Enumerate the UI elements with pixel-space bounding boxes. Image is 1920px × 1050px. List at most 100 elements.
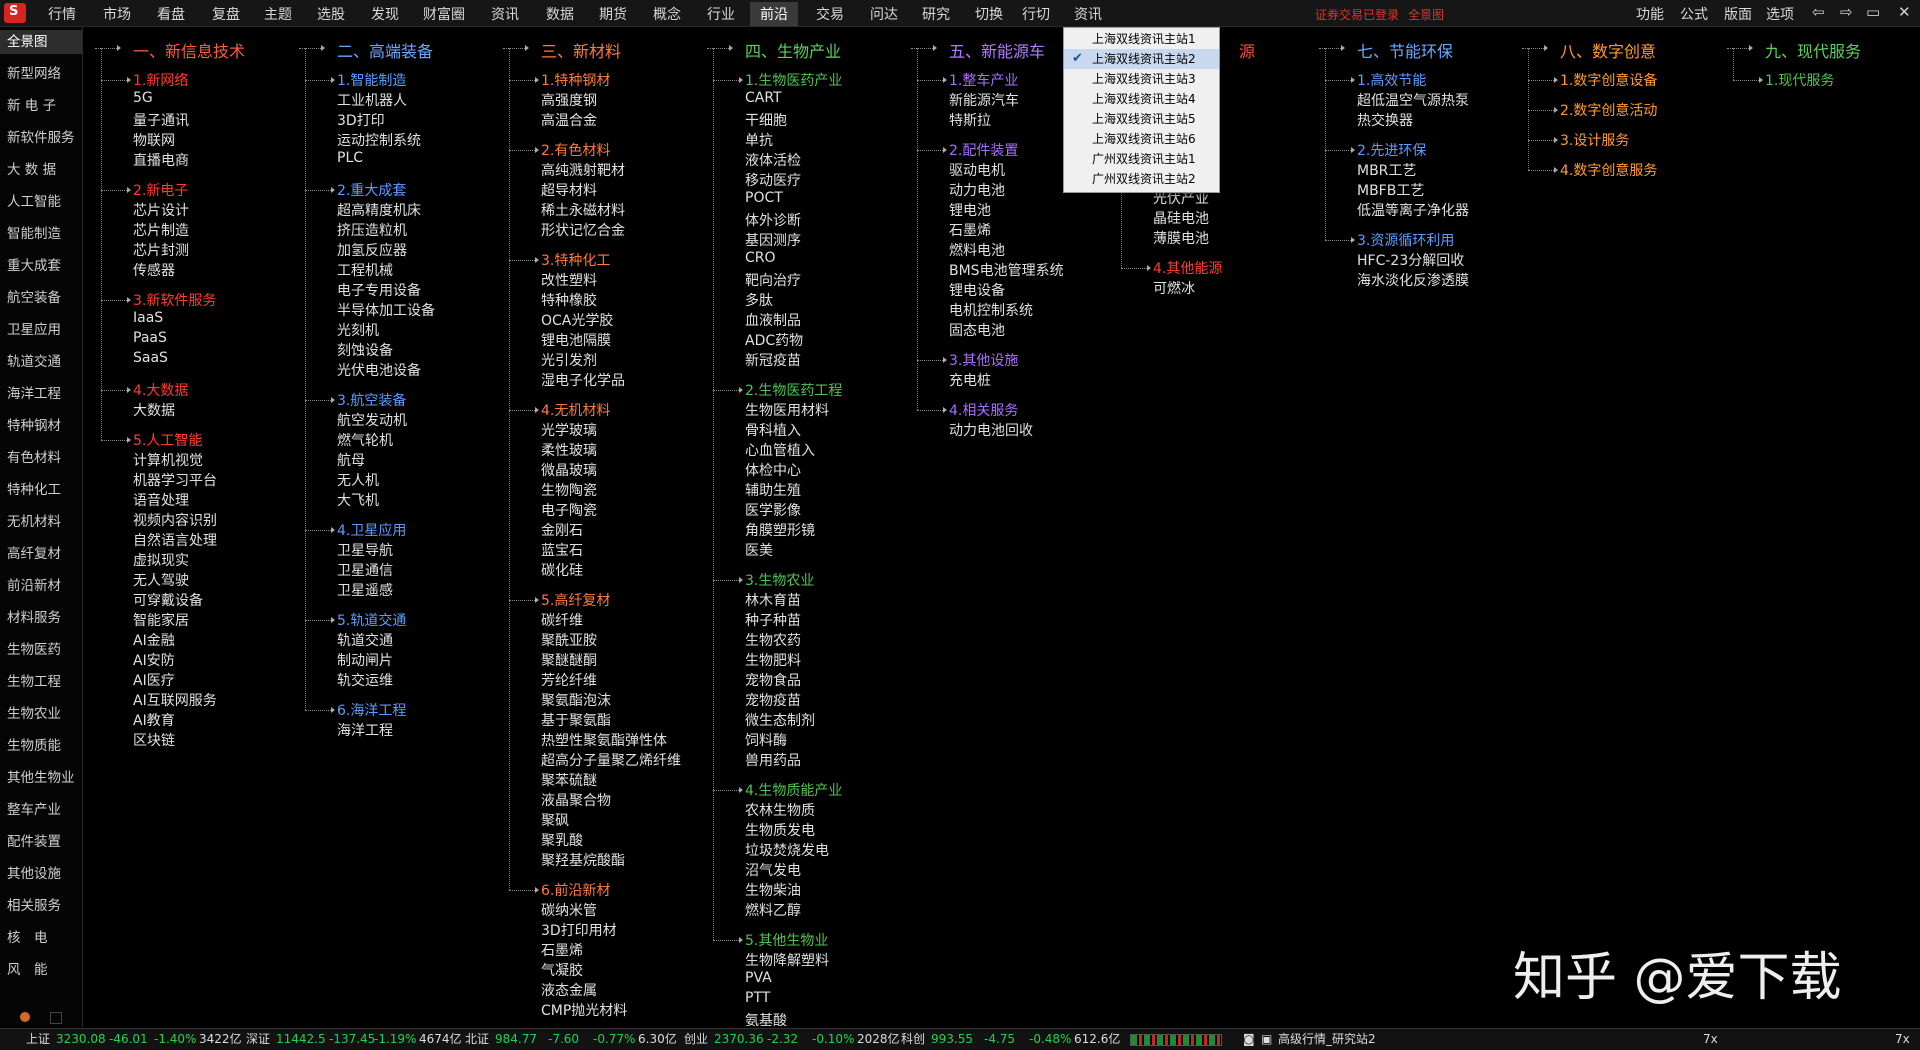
leaf-item[interactable]: 薄膜电池 <box>1153 228 1209 248</box>
leaf-item[interactable]: IaaS <box>133 310 163 326</box>
right-menu-item-1[interactable]: 公式 <box>1680 4 1708 24</box>
menu-item-16[interactable]: 研究 <box>922 4 950 24</box>
leaf-item[interactable]: 半导体加工设备 <box>337 300 435 320</box>
leaf-item[interactable]: 卫星通信 <box>337 560 393 580</box>
menu-item-7[interactable]: 财富圈 <box>423 4 465 24</box>
leaf-item[interactable]: 光引发剂 <box>541 350 597 370</box>
leaf-item[interactable]: 计算机视觉 <box>133 450 203 470</box>
leaf-item[interactable]: 高温合金 <box>541 110 597 130</box>
column-title-0[interactable]: 一、新信息技术 <box>133 38 245 62</box>
leaf-item[interactable]: 机器学习平台 <box>133 470 217 490</box>
group-title[interactable]: 4.其他能源 <box>1153 258 1222 278</box>
leaf-item[interactable]: 形状记忆合金 <box>541 220 625 240</box>
leaf-item[interactable]: 聚羟基烷酸酯 <box>541 850 625 870</box>
leaf-item[interactable]: PVA <box>745 970 772 986</box>
leaf-item[interactable]: PLC <box>337 150 363 166</box>
dropdown-item-1[interactable]: ✔ 上海双线资讯主站2 <box>1064 49 1219 69</box>
leaf-item[interactable]: 医学影像 <box>745 500 801 520</box>
sidebar-item-17[interactable]: 前沿新材 <box>0 574 82 598</box>
leaf-item[interactable]: 骨科植入 <box>745 420 801 440</box>
leaf-item[interactable]: 石墨烯 <box>541 940 583 960</box>
leaf-item[interactable]: 制动闸片 <box>337 650 393 670</box>
sidebar-item-28[interactable]: 核 电 <box>0 926 82 950</box>
menu-item-18[interactable]: 行切 <box>1022 4 1050 24</box>
leaf-item[interactable]: 聚氨酯泡沫 <box>541 690 611 710</box>
leaf-item[interactable]: 新冠疫苗 <box>745 350 801 370</box>
app-logo-icon[interactable]: S <box>4 3 26 23</box>
group-title[interactable]: 3.生物农业 <box>745 570 814 590</box>
leaf-item[interactable]: 稀土永磁材料 <box>541 200 625 220</box>
leaf-item[interactable]: 基于聚氨酯 <box>541 710 611 730</box>
menu-item-10[interactable]: 期货 <box>599 4 627 24</box>
leaf-item[interactable]: 芯片封测 <box>133 240 189 260</box>
leaf-item[interactable]: 光刻机 <box>337 320 379 340</box>
leaf-item[interactable]: 特斯拉 <box>949 110 991 130</box>
sidebar-item-12[interactable]: 特种钢材 <box>0 414 82 438</box>
leaf-item[interactable]: 碳纳米管 <box>541 900 597 920</box>
leaf-item[interactable]: 动力电池回收 <box>949 420 1033 440</box>
leaf-item[interactable]: 垃圾焚烧发电 <box>745 840 829 860</box>
menu-item-8[interactable]: 资讯 <box>491 4 519 24</box>
leaf-item[interactable]: 电机控制系统 <box>949 300 1033 320</box>
sidebar-item-11[interactable]: 海洋工程 <box>0 382 82 406</box>
menu-item-12[interactable]: 行业 <box>707 4 735 24</box>
leaf-item[interactable]: 3D打印用材 <box>541 920 617 940</box>
leaf-item[interactable]: MBR工艺 <box>1357 160 1416 180</box>
group-title[interactable]: 1.智能制造 <box>337 70 406 90</box>
leaf-item[interactable]: 气凝胶 <box>541 960 583 980</box>
leaf-item[interactable]: AI金融 <box>133 630 175 650</box>
menu-item-4[interactable]: 主题 <box>264 4 292 24</box>
leaf-item[interactable]: 兽用药品 <box>745 750 801 770</box>
leaf-item[interactable]: 刻蚀设备 <box>337 340 393 360</box>
leaf-item[interactable]: SaaS <box>133 350 168 366</box>
leaf-item[interactable]: 微晶玻璃 <box>541 460 597 480</box>
group-title[interactable]: 4.生物质能产业 <box>745 780 842 800</box>
group-title[interactable]: 1.生物医药产业 <box>745 70 842 90</box>
menu-item-9[interactable]: 数据 <box>546 4 574 24</box>
leaf-item[interactable]: 航母 <box>337 450 365 470</box>
group-title[interactable]: 3.设计服务 <box>1560 130 1629 150</box>
leaf-item[interactable]: 无人机 <box>337 470 379 490</box>
group-title[interactable]: 3.资源循环利用 <box>1357 230 1454 250</box>
leaf-item[interactable]: 锂电设备 <box>949 280 1005 300</box>
leaf-item[interactable]: 体外诊断 <box>745 210 801 230</box>
sidebar-item-10[interactable]: 轨道交通 <box>0 350 82 374</box>
leaf-item[interactable]: 聚砜 <box>541 810 569 830</box>
leaf-item[interactable]: 生物医用材料 <box>745 400 829 420</box>
leaf-item[interactable]: 生物质发电 <box>745 820 815 840</box>
sidebar-item-18[interactable]: 材料服务 <box>0 606 82 630</box>
column-title-2[interactable]: 三、新材料 <box>541 38 621 62</box>
leaf-item[interactable]: 角膜塑形镜 <box>745 520 815 540</box>
restore-icon[interactable]: ▭ <box>1866 3 1880 21</box>
group-title[interactable]: 5.人工智能 <box>133 430 202 450</box>
leaf-item[interactable]: 虚拟现实 <box>133 550 189 570</box>
sidebar-item-19[interactable]: 生物医药 <box>0 638 82 662</box>
sidebar-item-7[interactable]: 重大成套 <box>0 254 82 278</box>
group-title[interactable]: 1.高效节能 <box>1357 70 1426 90</box>
forward-arrow-icon[interactable]: ⇨ <box>1840 3 1853 21</box>
menu-item-17[interactable]: 切换 <box>975 4 1003 24</box>
leaf-item[interactable]: HFC-23分解回收 <box>1357 250 1464 270</box>
leaf-item[interactable]: 传感器 <box>133 260 175 280</box>
column-title-1[interactable]: 二、高端装备 <box>337 38 433 62</box>
leaf-item[interactable]: 金刚石 <box>541 520 583 540</box>
leaf-item[interactable]: 语音处理 <box>133 490 189 510</box>
leaf-item[interactable]: 饲料酶 <box>745 730 787 750</box>
leaf-item[interactable]: 锂电池 <box>949 200 991 220</box>
leaf-item[interactable]: 固态电池 <box>949 320 1005 340</box>
menu-item-19[interactable]: 资讯 <box>1074 4 1102 24</box>
right-menu-item-0[interactable]: 功能 <box>1636 4 1664 24</box>
sidebar-box-icon[interactable] <box>50 1012 62 1024</box>
leaf-item[interactable]: 光学玻璃 <box>541 420 597 440</box>
leaf-item[interactable]: 直播电商 <box>133 150 189 170</box>
leaf-item[interactable]: AI互联网服务 <box>133 690 217 710</box>
leaf-item[interactable]: 电子专用设备 <box>337 280 421 300</box>
leaf-item[interactable]: 芯片设计 <box>133 200 189 220</box>
leaf-item[interactable]: 干细胞 <box>745 110 787 130</box>
quote-label[interactable]: 上证 <box>26 1029 50 1050</box>
dropdown-item-6[interactable]: 广州双线资讯主站1 <box>1064 149 1219 169</box>
leaf-item[interactable]: 改性塑料 <box>541 270 597 290</box>
group-title[interactable]: 2.重大成套 <box>337 180 406 200</box>
leaf-item[interactable]: ADC药物 <box>745 330 803 350</box>
menu-item-5[interactable]: 选股 <box>317 4 345 24</box>
